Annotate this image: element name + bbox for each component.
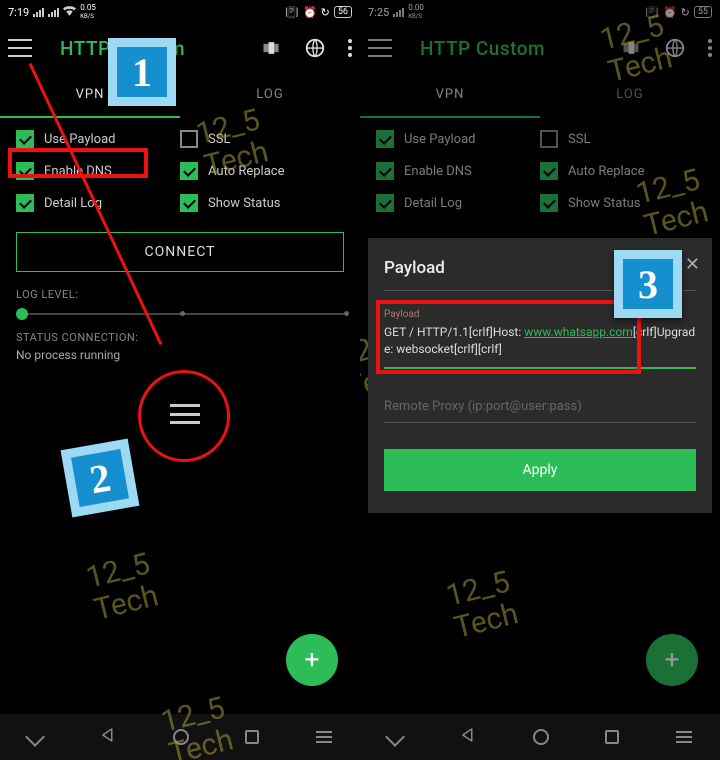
nav-home-icon[interactable] — [173, 729, 189, 745]
checkbox-icon[interactable] — [16, 130, 34, 148]
close-icon[interactable]: ✕ — [685, 254, 700, 275]
log-level-slider[interactable] — [16, 313, 344, 315]
status-bar: 7:19 0.05KB/S 📳 ⏰ ↻ 56 — [0, 0, 360, 24]
clock: 7:19 — [8, 6, 29, 19]
tab-vpn[interactable]: VPN — [0, 72, 180, 118]
checkbox-icon[interactable] — [376, 130, 394, 148]
checkbox-icon[interactable] — [376, 162, 394, 180]
opt-use-payload[interactable]: Use Payload — [376, 130, 540, 148]
tab-log[interactable]: LOG — [540, 72, 720, 118]
opt-ssl[interactable]: SSL — [540, 130, 704, 148]
status-bar: 7:25 0.00KB/S 📳 ⏰ ↻ 55 — [360, 0, 720, 24]
alarm-icon: ⏰ — [663, 6, 677, 19]
opt-auto-replace[interactable]: Auto Replace — [180, 162, 344, 180]
sync-icon: ↻ — [681, 6, 690, 19]
watermark: 12_5 Tech — [83, 547, 162, 627]
nav-chevron-icon[interactable] — [385, 727, 405, 747]
checkbox-icon[interactable] — [540, 162, 558, 180]
signal-icon — [48, 8, 59, 17]
tabs: VPN LOG — [360, 72, 720, 118]
signal-icon — [393, 8, 404, 17]
nav-back-icon[interactable] — [459, 726, 477, 748]
vibrate-icon: 📳 — [285, 6, 299, 19]
app-bar: HTTP Custom — [0, 24, 360, 72]
opt-ssl[interactable]: SSL — [180, 130, 344, 148]
phone-right: 7:25 0.00KB/S 📳 ⏰ ↻ 55 HTTP Custom VPN L… — [360, 0, 720, 760]
cards-icon[interactable] — [260, 37, 282, 59]
options-grid: Use Payload SSL Enable DNS Auto Replace … — [0, 118, 360, 224]
log-level-section: LOG LEVEL: — [0, 280, 360, 323]
apply-button[interactable]: Apply — [384, 449, 696, 491]
tabs: VPN LOG — [0, 72, 360, 118]
battery-pct: 55 — [694, 6, 712, 18]
checkbox-icon[interactable] — [376, 194, 394, 212]
alarm-icon: ⏰ — [303, 6, 317, 19]
nav-bar — [0, 714, 360, 760]
watermark: 12_5 Tech — [443, 565, 522, 645]
opt-enable-dns[interactable]: Enable DNS — [16, 162, 180, 180]
tab-vpn[interactable]: VPN — [360, 72, 540, 118]
vibrate-icon: 📳 — [645, 6, 659, 19]
signal-icon — [33, 8, 44, 17]
checkbox-icon[interactable] — [16, 162, 34, 180]
globe-icon[interactable] — [664, 37, 686, 59]
opt-auto-replace[interactable]: Auto Replace — [540, 162, 704, 180]
opt-show-status[interactable]: Show Status — [180, 194, 344, 212]
checkbox-icon[interactable] — [540, 130, 558, 148]
checkbox-icon[interactable] — [180, 162, 198, 180]
opt-detail-log[interactable]: Detail Log — [16, 194, 180, 212]
payload-input[interactable]: GET / HTTP/1.1[crlf]Host: www.whatsapp.c… — [384, 320, 696, 369]
app-bar: HTTP Custom — [360, 24, 720, 72]
net-speed: 0.00KB/S — [408, 4, 424, 20]
menu-icon[interactable] — [368, 39, 392, 57]
checkbox-icon[interactable] — [180, 130, 198, 148]
net-speed: 0.05KB/S — [80, 4, 96, 20]
connect-button[interactable]: CONNECT — [16, 232, 344, 272]
app-title: HTTP Custom — [60, 37, 185, 60]
globe-icon[interactable] — [304, 37, 326, 59]
nav-bar — [360, 714, 720, 760]
phone-left: 7:19 0.05KB/S 📳 ⏰ ↻ 56 HTTP Custom — [0, 0, 360, 760]
payload-modal: ✕ Payload Payload GET / HTTP/1.1[crlf]Ho… — [368, 238, 712, 513]
nav-back-icon[interactable] — [99, 726, 117, 748]
opt-detail-log[interactable]: Detail Log — [376, 194, 540, 212]
overflow-icon[interactable] — [348, 39, 352, 57]
nav-recent-icon[interactable] — [605, 730, 619, 744]
options-grid: Use Payload SSL Enable DNS Auto Replace … — [360, 118, 720, 224]
overflow-icon[interactable] — [708, 39, 712, 57]
nav-home-icon[interactable] — [533, 729, 549, 745]
menu-icon[interactable] — [8, 39, 32, 57]
remote-proxy-input[interactable]: Remote Proxy (ip:port@user:pass) — [384, 387, 696, 423]
modal-title: Payload — [384, 258, 696, 291]
status-connection: STATUS CONNECTION: No process running — [0, 323, 360, 370]
payload-label: Payload — [384, 309, 696, 320]
checkbox-icon[interactable] — [180, 194, 198, 212]
wifi-icon — [63, 6, 76, 19]
app-title: HTTP Custom — [420, 37, 545, 60]
clock: 7:25 — [368, 6, 389, 19]
tab-log[interactable]: LOG — [180, 72, 360, 118]
sync-icon: ↻ — [321, 6, 330, 19]
payload-link[interactable]: www.whatsapp.com — [524, 325, 633, 339]
cards-icon[interactable] — [620, 37, 642, 59]
fab-add[interactable]: + — [286, 634, 338, 686]
nav-menu-icon[interactable] — [676, 731, 692, 743]
opt-enable-dns[interactable]: Enable DNS — [376, 162, 540, 180]
badge-2: 2 — [61, 439, 140, 518]
checkbox-icon[interactable] — [540, 194, 558, 212]
opt-use-payload[interactable]: Use Payload — [16, 130, 180, 148]
nav-chevron-icon[interactable] — [25, 727, 45, 747]
log-level-label: LOG LEVEL: — [16, 288, 344, 301]
opt-show-status[interactable]: Show Status — [540, 194, 704, 212]
fab-add[interactable]: + — [646, 634, 698, 686]
battery-pct: 56 — [334, 6, 352, 18]
checkbox-icon[interactable] — [16, 194, 34, 212]
mini-menu-icon — [170, 404, 200, 424]
nav-menu-icon[interactable] — [316, 731, 332, 743]
nav-recent-icon[interactable] — [245, 730, 259, 744]
